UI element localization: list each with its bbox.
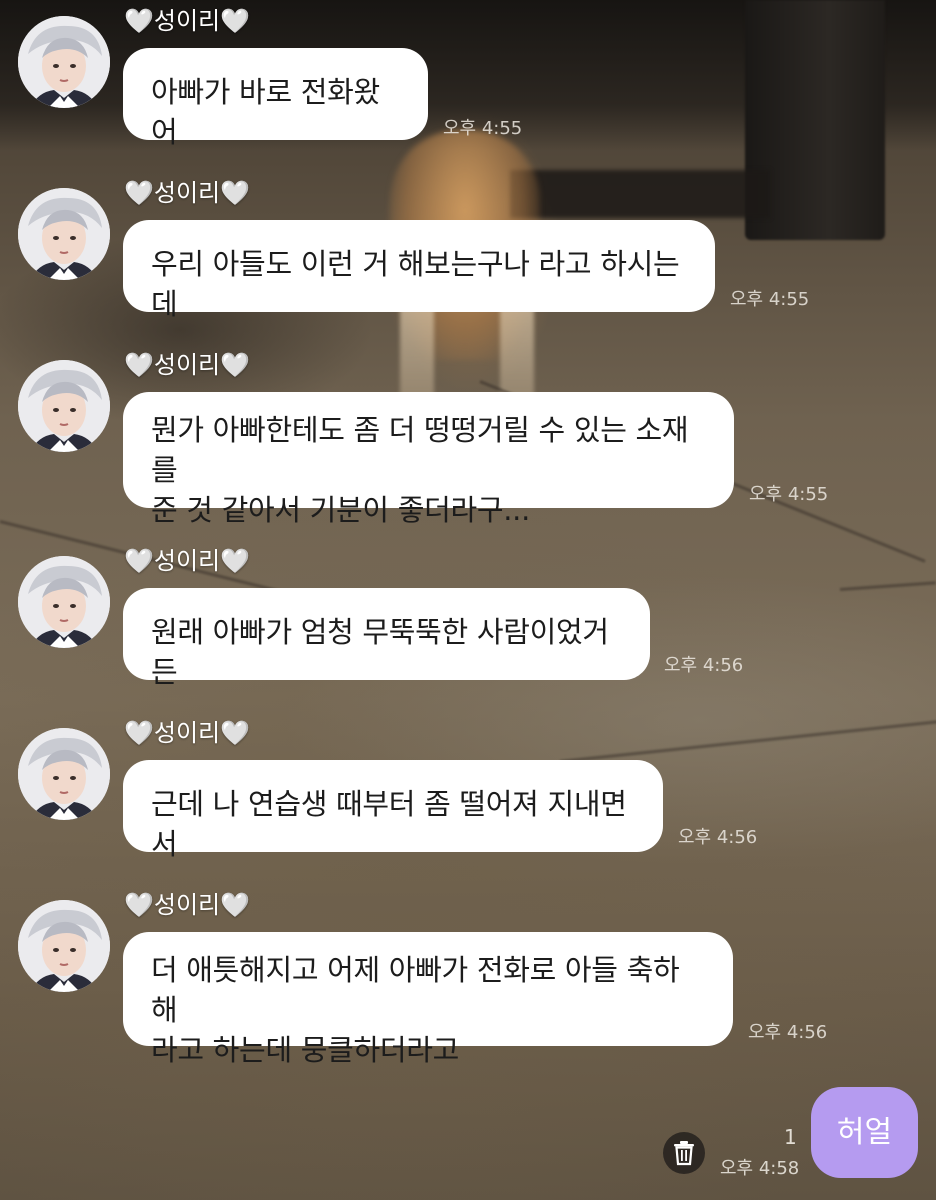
- message-timestamp: 오후 4:56: [678, 827, 758, 848]
- sender-name-text: 성이리: [153, 7, 221, 35]
- profile-photo-icon: [18, 360, 110, 452]
- chat-message-list[interactable]: 🤍성이리🤍 아빠가 바로 전화왔어 오후 4:55 🤍성이리🤍 우리 아들도 이…: [0, 0, 936, 1200]
- message-bubble[interactable]: 근데 나 연습생 때부터 좀 떨어져 지내면서: [123, 760, 663, 861]
- profile-photo-icon: [18, 16, 110, 108]
- outgoing-message-bubble[interactable]: 허얼: [811, 1087, 918, 1178]
- message-bubble[interactable]: 원래 아빠가 엄청 무뚝뚝한 사람이었거든: [123, 588, 650, 689]
- message-timestamp: 오후 4:55: [730, 289, 810, 310]
- sender-name: 🤍성이리🤍: [124, 718, 250, 748]
- heart-icon: 🤍: [124, 179, 154, 207]
- avatar[interactable]: [18, 556, 110, 648]
- sender-name: 🤍성이리🤍: [124, 6, 250, 36]
- message-timestamp: 오후 4:55: [749, 484, 829, 505]
- heart-icon: 🤍: [124, 547, 154, 575]
- profile-photo-icon: [18, 188, 110, 280]
- avatar[interactable]: [18, 16, 110, 108]
- sender-name: 🤍성이리🤍: [124, 546, 250, 576]
- trash-icon: [674, 1141, 694, 1166]
- unread-count: 1: [784, 1125, 797, 1149]
- avatar[interactable]: [18, 900, 110, 992]
- avatar[interactable]: [18, 728, 110, 820]
- heart-icon: 🤍: [220, 547, 251, 575]
- sender-name-text: 성이리: [153, 719, 221, 747]
- sender-name: 🤍성이리🤍: [124, 350, 250, 380]
- heart-icon: 🤍: [220, 719, 251, 747]
- delete-message-button[interactable]: [663, 1132, 705, 1174]
- message-timestamp: 오후 4:56: [664, 655, 744, 676]
- heart-icon: 🤍: [124, 351, 154, 379]
- message-timestamp: 오후 4:58: [720, 1158, 800, 1179]
- heart-icon: 🤍: [220, 179, 251, 207]
- heart-icon: 🤍: [220, 891, 251, 919]
- message-bubble[interactable]: 아빠가 바로 전화왔어: [123, 48, 428, 149]
- message-timestamp: 오후 4:56: [748, 1022, 828, 1043]
- message-timestamp: 오후 4:55: [443, 118, 523, 139]
- message-bubble[interactable]: 우리 아들도 이런 거 해보는구나 라고 하시는데: [123, 220, 715, 321]
- sender-name-text: 성이리: [153, 351, 221, 379]
- profile-photo-icon: [18, 900, 110, 992]
- profile-photo-icon: [18, 556, 110, 648]
- heart-icon: 🤍: [220, 351, 251, 379]
- sender-name-text: 성이리: [153, 891, 221, 919]
- sender-name-text: 성이리: [153, 179, 221, 207]
- sender-name: 🤍성이리🤍: [124, 890, 250, 920]
- avatar[interactable]: [18, 188, 110, 280]
- message-bubble[interactable]: 더 애틋해지고 어제 아빠가 전화로 아들 축하해 라고 하는데 뭉클하더라고: [123, 932, 733, 1067]
- heart-icon: 🤍: [124, 719, 154, 747]
- profile-photo-icon: [18, 728, 110, 820]
- sender-name-text: 성이리: [153, 547, 221, 575]
- sender-name: 🤍성이리🤍: [124, 178, 250, 208]
- avatar[interactable]: [18, 360, 110, 452]
- heart-icon: 🤍: [124, 7, 154, 35]
- message-bubble[interactable]: 뭔가 아빠한테도 좀 더 떵떵거릴 수 있는 소재를 준 것 같아서 기분이 좋…: [123, 392, 734, 527]
- heart-icon: 🤍: [220, 7, 251, 35]
- heart-icon: 🤍: [124, 891, 154, 919]
